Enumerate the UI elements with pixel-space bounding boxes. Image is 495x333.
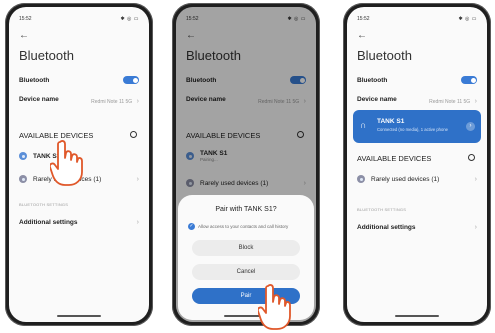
page-title: Bluetooth [357,48,412,63]
device-details-arrow-icon[interactable]: › [466,122,475,131]
bluetooth-connected-screen: 15:52 ✱ ◎ ▭ ← Bluetooth Bluetooth Device… [347,7,487,322]
chevron-right-icon: › [136,218,139,226]
connected-device-status: Connected (no media), 1 active phone [377,127,448,132]
cancel-button[interactable]: Cancel [192,264,300,280]
home-indicator[interactable] [395,315,439,317]
device-item-rarely-used[interactable]: Rarely used devices (1) › [357,171,477,187]
device-name-row[interactable]: Device name Redmi Note 11 5G › [357,93,477,106]
pair-dialog: Pair with TANK S1? ✓ Allow access to you… [178,195,314,320]
chevron-right-icon: › [474,223,477,231]
scanning-spinner-icon [468,154,475,161]
phone-screen-2: 15:52 ✱ ◎ ▭ ← Bluetooth Bluetooth Device… [172,3,320,326]
available-devices-title: AVAILABLE DEVICES [19,131,94,140]
chevron-right-icon: › [136,175,139,183]
device-name-value: Redmi Note 11 5G [91,99,133,105]
available-devices-title: AVAILABLE DEVICES [357,154,432,163]
chevron-right-icon: › [474,98,477,105]
allow-access-label: Allow access to your contacts and call h… [198,224,289,229]
bluetooth-settings-caption: BLUETOOTH SETTINGS [357,207,407,212]
allow-access-checkbox-row[interactable]: ✓ Allow access to your contacts and call… [188,223,308,230]
bluetooth-label: Bluetooth [357,76,388,84]
device-name: Rarely used devices (1) [33,175,102,183]
status-time: 15:52 [357,16,370,22]
home-indicator[interactable] [57,315,101,317]
back-arrow-icon[interactable]: ← [357,31,367,41]
block-button[interactable]: Block [192,240,300,256]
page-title: Bluetooth [19,48,74,63]
status-bar: 15:52 ✱ ◎ ▭ [19,16,139,24]
device-name-row[interactable]: Device name Redmi Note 11 5G › [19,93,139,106]
connected-device-name: TANK S1 [377,118,405,125]
connected-device-card[interactable]: ∩ TANK S1 Connected (no media), 1 active… [353,110,481,143]
bluetooth-settings-caption: BLUETOOTH SETTINGS [19,202,69,207]
chevron-right-icon: › [474,175,477,183]
device-group-icon [357,175,365,183]
bluetooth-toggle-row[interactable]: Bluetooth [19,74,139,86]
bluetooth-toggle[interactable] [461,76,477,84]
additional-settings-row[interactable]: Additional settings › [19,216,139,228]
additional-settings-label: Additional settings [357,223,416,231]
bluetooth-toggle[interactable] [123,76,139,84]
status-time: 15:52 [19,16,32,22]
bluetooth-label: Bluetooth [19,76,50,84]
device-name-label: Device name [19,95,59,103]
tap-hand-icon [258,284,291,330]
status-bar: 15:52 ✱ ◎ ▭ [357,16,477,24]
status-icons: ✱ ◎ ▭ [458,16,477,22]
scanning-spinner-icon [130,131,137,138]
additional-settings-label: Additional settings [19,218,78,226]
chevron-right-icon: › [136,98,139,105]
pair-dialog-title: Pair with TANK S1? [215,206,277,213]
device-name: Rarely used devices (1) [371,175,440,183]
back-arrow-icon[interactable]: ← [19,31,29,41]
bluetooth-toggle-row[interactable]: Bluetooth [357,74,477,86]
device-name-label: Device name [357,95,397,103]
headphones-icon [19,152,27,160]
checkbox-checked-icon[interactable]: ✓ [188,223,195,230]
bluetooth-pairing-screen: 15:52 ✱ ◎ ▭ ← Bluetooth Bluetooth Device… [176,7,316,322]
headphones-icon: ∩ [360,120,367,130]
status-icons: ✱ ◎ ▭ [120,16,139,22]
additional-settings-row[interactable]: Additional settings › [357,221,477,233]
device-group-icon [19,175,27,183]
tap-hand-icon [50,140,83,186]
phone-screen-3: 15:52 ✱ ◎ ▭ ← Bluetooth Bluetooth Device… [343,3,491,326]
device-name-value: Redmi Note 11 5G [429,99,471,105]
